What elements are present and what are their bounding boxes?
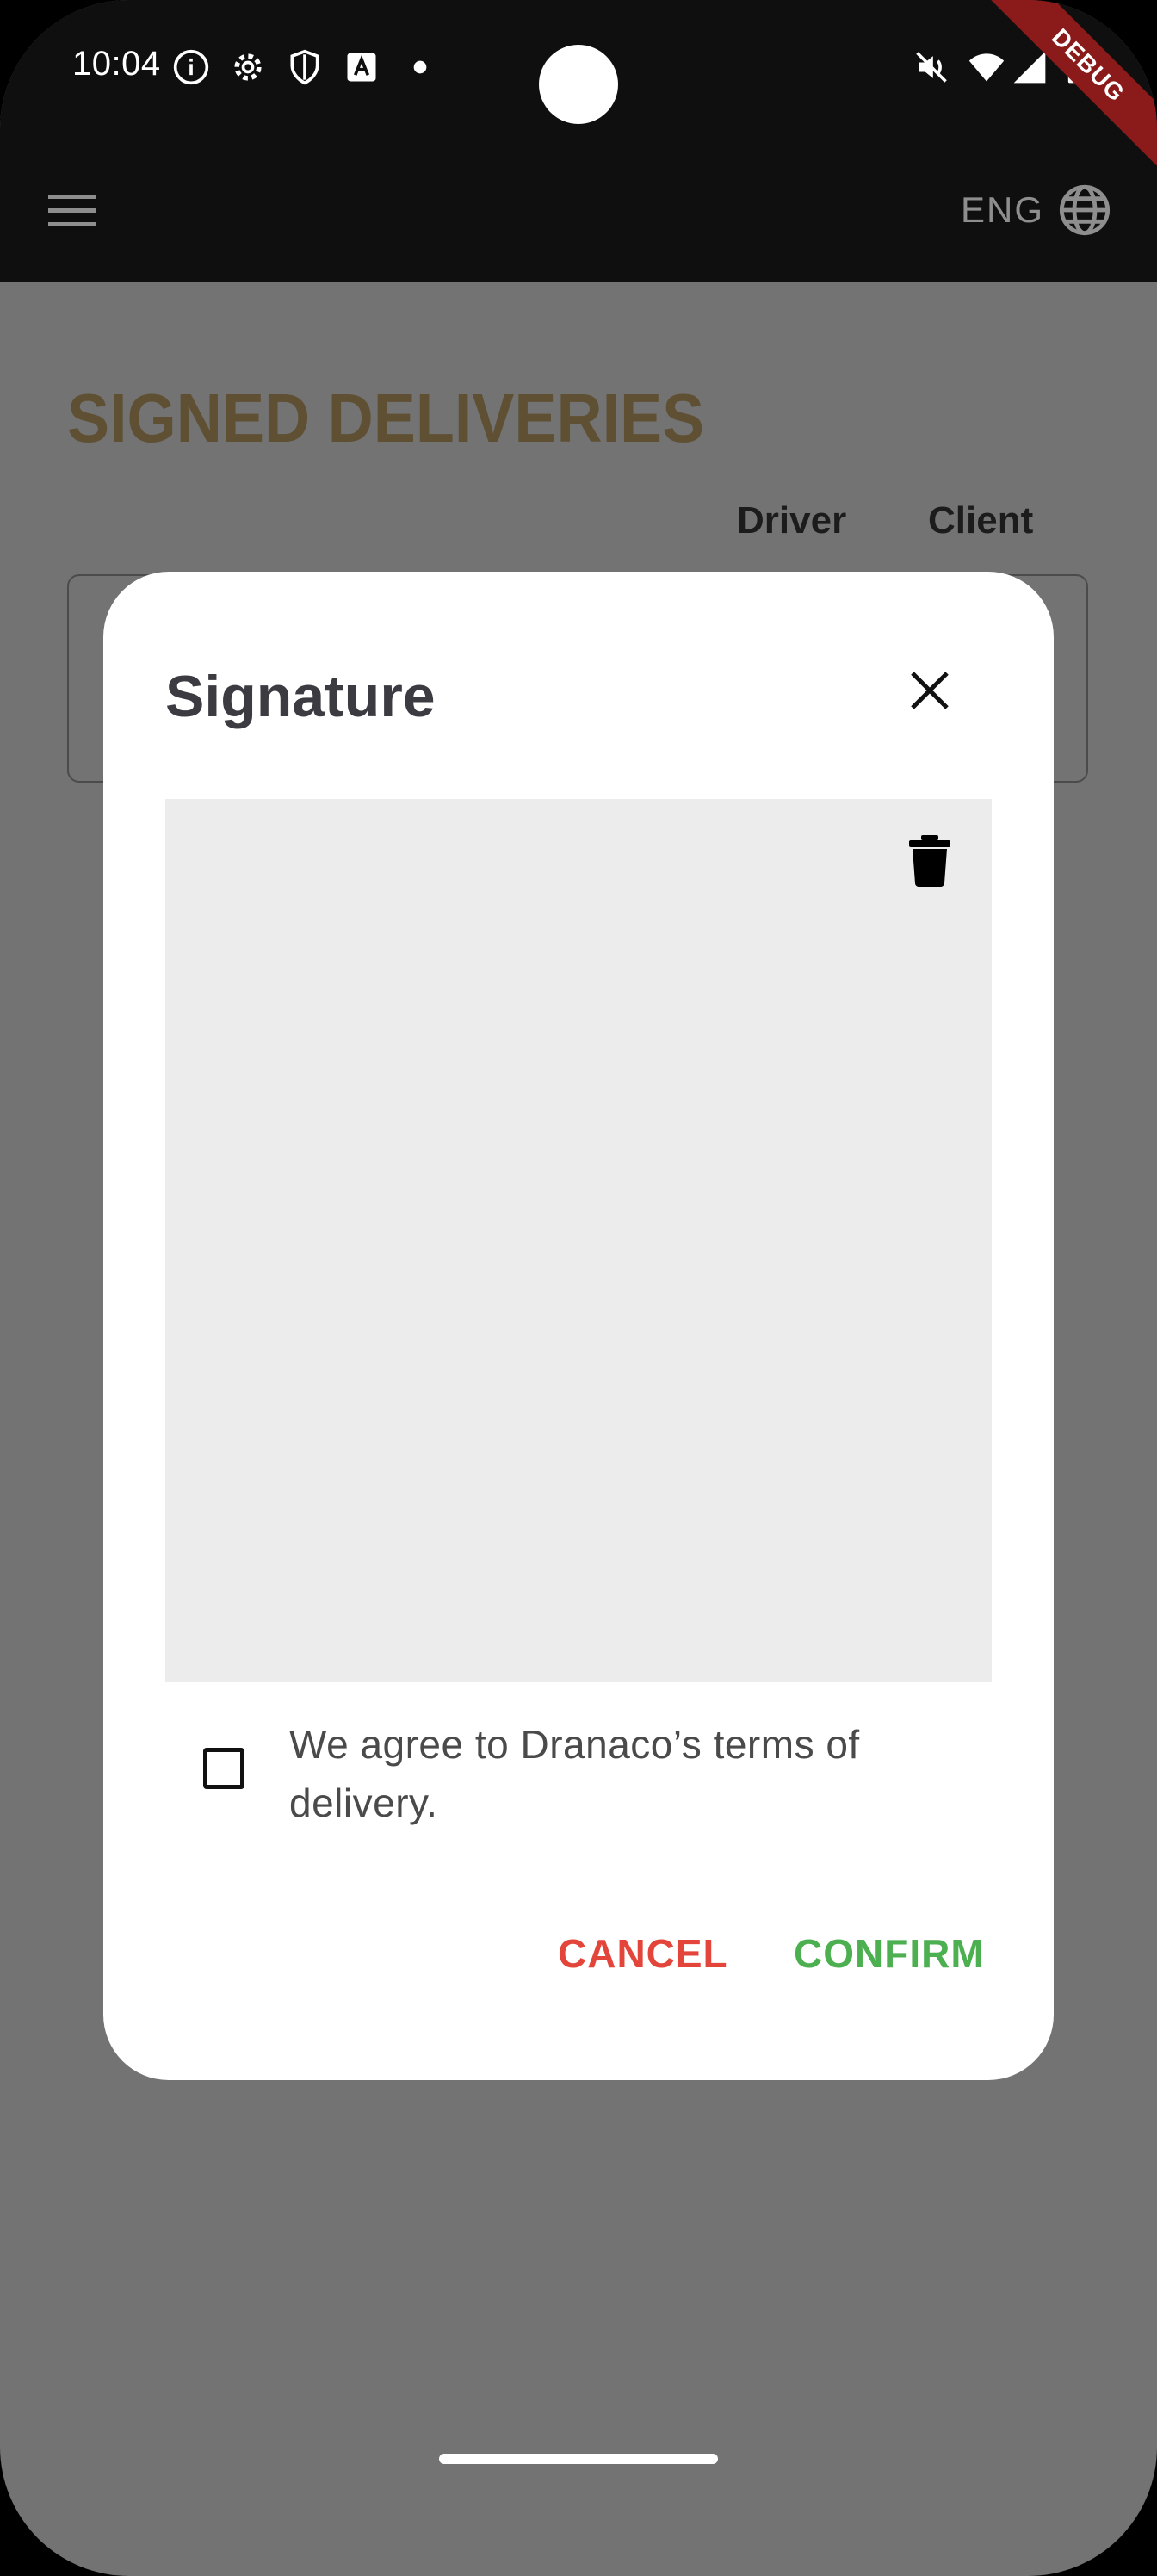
mute-icon [916, 52, 947, 83]
dialog-title: Signature [165, 664, 436, 729]
cancel-button[interactable]: CANCEL [558, 1930, 728, 1977]
confirm-button[interactable]: CONFIRM [794, 1930, 985, 1977]
wifi-icon [968, 53, 1005, 82]
home-indicator[interactable] [439, 2454, 718, 2464]
column-header-client: Client [928, 499, 1034, 542]
debug-banner: DEBUG [981, 0, 1157, 173]
column-header-driver: Driver [737, 499, 847, 542]
dot-icon [413, 60, 427, 74]
shield-icon [290, 49, 319, 85]
a-icon [347, 53, 376, 82]
status-time: 10:04 [72, 45, 161, 83]
globe-icon[interactable] [1057, 183, 1112, 238]
info-icon [173, 49, 209, 85]
signal-icon [1013, 51, 1046, 84]
gear-icon [234, 53, 262, 81]
terms-label: We agree to Dranaco’s terms of delivery. [289, 1722, 860, 1825]
signature-pad[interactable] [165, 799, 992, 1682]
trash-icon[interactable] [907, 835, 952, 887]
terms-checkbox[interactable] [203, 1748, 244, 1789]
page-title: SIGNED DELIVERIES [67, 380, 705, 456]
camera-cutout [539, 45, 618, 124]
close-icon[interactable] [906, 666, 954, 715]
language-label[interactable]: ENG [961, 189, 1044, 231]
phone-screen: 10:04 DEBUG ENG SIGNED DELIVERIES Driver… [0, 0, 1157, 2576]
signature-dialog: Signature We agree to Dranaco’s terms of… [103, 572, 1054, 2080]
menu-icon[interactable] [48, 191, 96, 229]
app-top-bar: 10:04 DEBUG ENG [0, 0, 1157, 282]
